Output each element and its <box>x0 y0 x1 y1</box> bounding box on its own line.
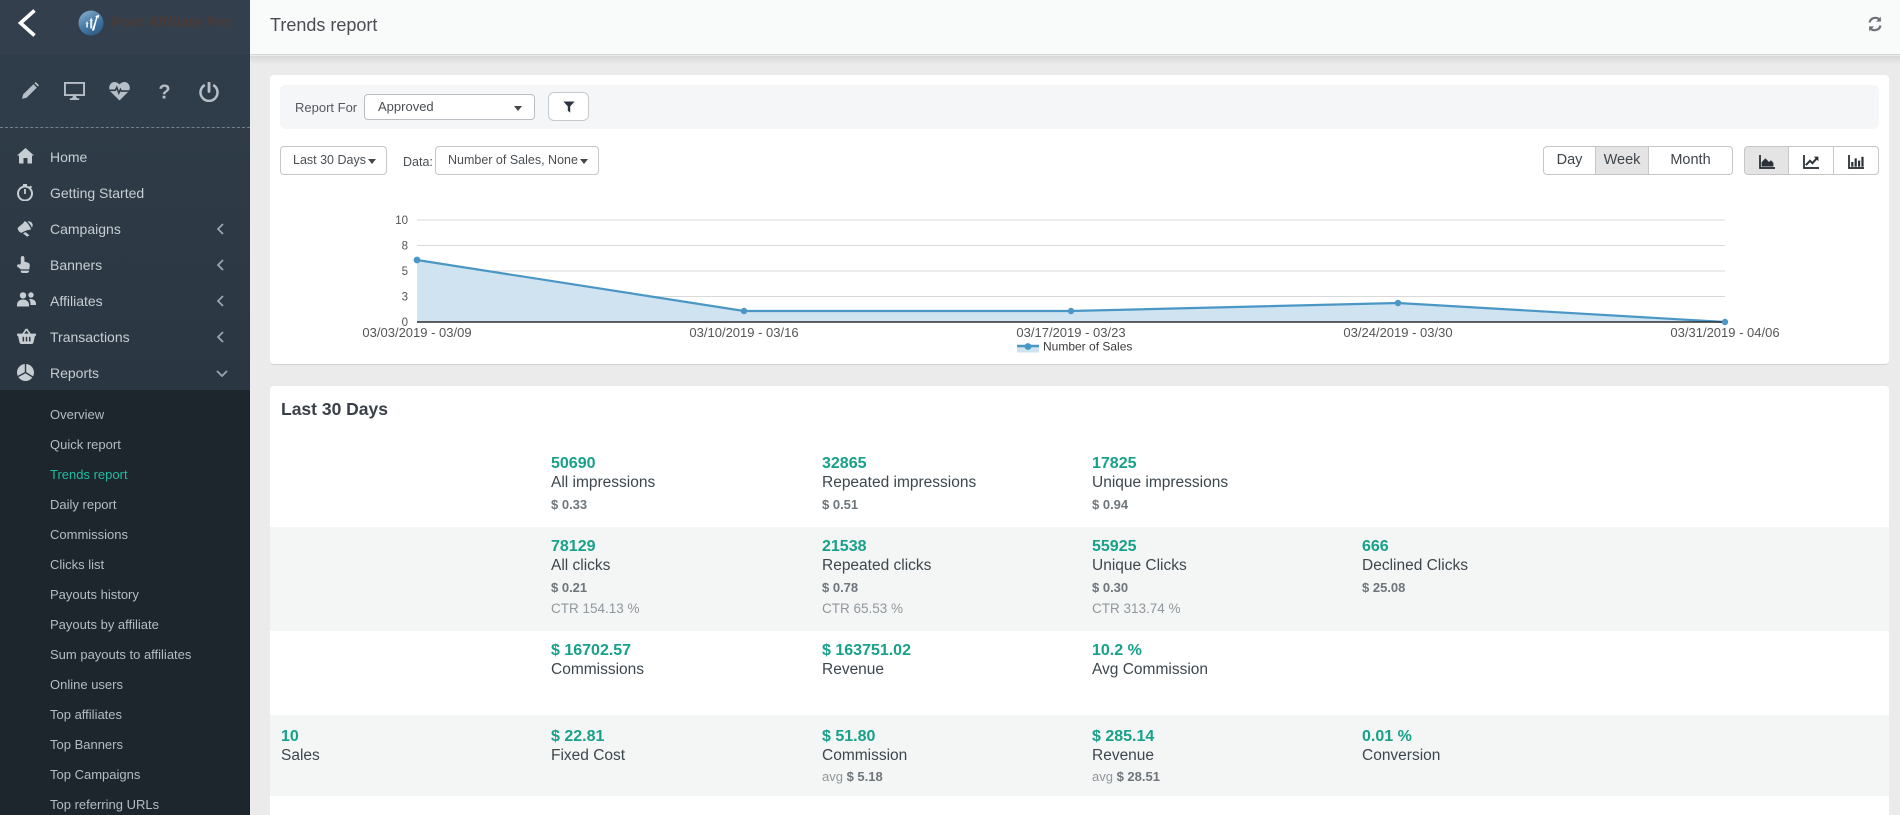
svg-text:03/24/2019 - 03/30: 03/24/2019 - 03/30 <box>1343 325 1452 340</box>
svg-text:03/17/2019 - 03/23: 03/17/2019 - 03/23 <box>1016 325 1125 340</box>
svg-text:10: 10 <box>395 215 408 227</box>
svg-text:03/03/2019 - 03/09: 03/03/2019 - 03/09 <box>362 325 471 340</box>
svg-text:5: 5 <box>402 266 408 278</box>
svg-text:Number of Sales: Number of Sales <box>1043 340 1132 354</box>
svg-text:?: ? <box>158 82 170 102</box>
svg-text:03/31/2019 - 04/06: 03/31/2019 - 04/06 <box>1670 325 1779 340</box>
svg-text:8: 8 <box>402 241 408 253</box>
svg-text:3: 3 <box>402 292 408 304</box>
svg-text:03/10/2019 - 03/16: 03/10/2019 - 03/16 <box>689 325 798 340</box>
